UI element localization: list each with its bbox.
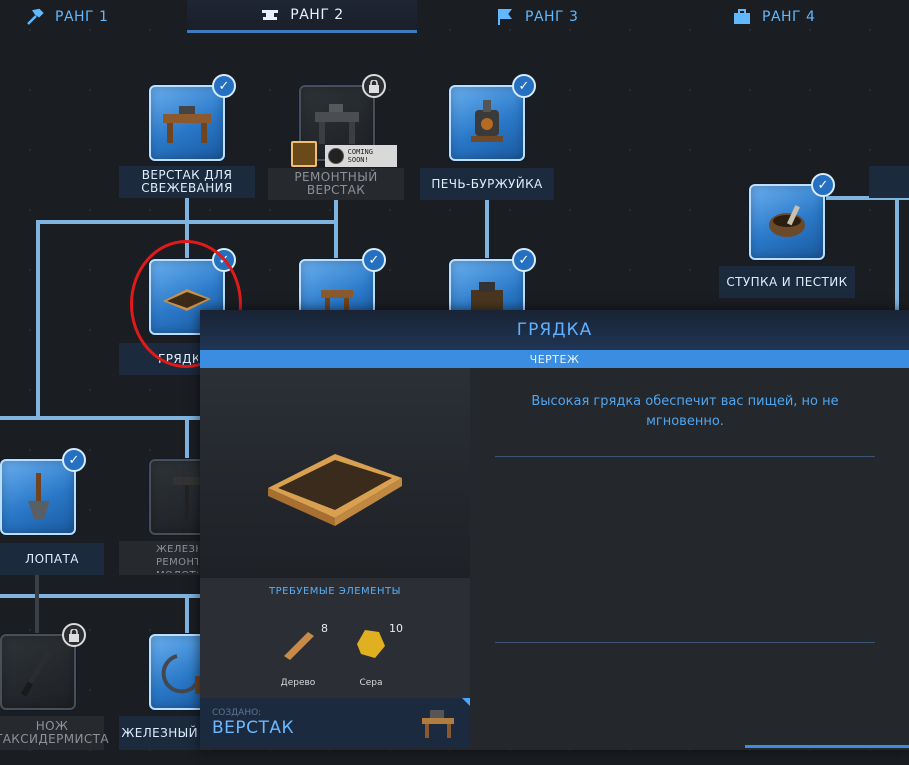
connector (185, 420, 189, 460)
check-icon: ✓ (362, 248, 386, 272)
tab-rank-2[interactable]: РАНГ 2 (187, 0, 417, 33)
requirement-name: Дерево (280, 678, 316, 688)
requirement-item: 8 Дерево (268, 618, 328, 688)
workbench-icon (422, 710, 454, 738)
connector (334, 198, 338, 260)
rank4-toolbox-icon (734, 8, 750, 24)
check-icon: ✓ (512, 74, 536, 98)
node-iron-hammer-label-text: ЖЕЛЕЗНЫЙ РЕМОНТНЫЙ МОЛОТОК (156, 544, 198, 573)
tab-rank-4-label: РАНГ 4 (762, 8, 816, 25)
check-icon: ✓ (62, 448, 86, 472)
node-offscreen-label (869, 166, 909, 198)
node-mortar-pestle[interactable] (749, 184, 825, 260)
blueprint-book-icon (291, 141, 317, 167)
node-stove-label: ПЕЧЬ-БУРЖУЙКА (420, 168, 554, 200)
node-skinning-bench-label: ВЕРСТАК ДЛЯ СВЕЖЕВАНИЯ (119, 166, 255, 198)
connector (36, 220, 40, 420)
tab-rank-3[interactable]: РАНГ 3 (495, 0, 605, 33)
rank2-anvil-icon (262, 10, 279, 20)
repair-bench-icon (315, 104, 359, 144)
requirement-item: 10 Сера (341, 618, 403, 688)
bottom-accent-bar (745, 745, 909, 748)
connector (0, 416, 200, 420)
taxidermy-knife-icon (20, 650, 52, 697)
shovel-icon (28, 473, 50, 519)
requirement-name: Сера (359, 678, 383, 688)
tab-rank-3-label: РАНГ 3 (525, 8, 579, 25)
connector (36, 220, 338, 224)
node-shovel[interactable] (0, 459, 76, 535)
skinning-bench-icon (163, 106, 211, 143)
clock-icon (328, 148, 344, 164)
blueprint-popup: ГРЯДКА ЧЕРТЕЖ ТРЕБУЕМЫЕ ЭЛЕМЕНТЫ 8 Дерев… (200, 310, 909, 750)
mortar-pestle-icon (769, 205, 805, 237)
corner-accent (462, 698, 470, 706)
divider (495, 456, 875, 457)
popup-title: ГРЯДКА (200, 310, 909, 350)
coming-soon-text: COMING SOON! (347, 148, 373, 164)
node-iron-hammer-label: ЖЕЛЕЗНЫЙ РЕМОНТНЫЙ МОЛОТОК (119, 541, 200, 575)
lock-icon (62, 623, 86, 647)
sulfur-icon (357, 630, 385, 658)
stove-icon (471, 100, 503, 142)
garden-bed-preview-icon (268, 454, 402, 526)
tab-rank-1-label: РАНГ 1 (55, 8, 109, 25)
lock-icon (362, 74, 386, 98)
node-shovel-label: ЛОПАТА (0, 543, 104, 575)
node-taxidermy-knife[interactable] (0, 634, 76, 710)
tab-rank-1[interactable]: РАНГ 1 (25, 0, 135, 33)
crafted-at-panel: СОЗДАНО: ВЕРСТАК (200, 698, 470, 748)
connector (0, 594, 200, 598)
item-preview-panel (200, 368, 470, 578)
node-iron-sickle-label-text: ЖЕЛЕЗНЫЙ (121, 725, 198, 740)
item-description: Высокая грядка обеспечит вас пищей, но н… (531, 394, 839, 429)
popup-subtitle: ЧЕРТЕЖ (200, 350, 909, 368)
requirement-count: 8 (321, 622, 328, 635)
check-icon: ✓ (811, 173, 835, 197)
requirement-count: 10 (389, 622, 403, 635)
node-repair-bench-label: РЕМОНТНЫЙ ВЕРСТАК (268, 168, 404, 200)
coming-soon-badge: COMING SOON! (325, 145, 397, 167)
check-icon: ✓ (512, 248, 536, 272)
divider (495, 642, 875, 643)
connector-locked (35, 574, 39, 634)
connector (485, 198, 489, 260)
node-taxidermy-knife-label: НОЖ ТАКСИДЕРМИСТА (0, 716, 109, 750)
requirements-panel: ТРЕБУЕМЫЕ ЭЛЕМЕНТЫ 8 Дерево 10 Сера (200, 578, 470, 698)
tab-rank-4[interactable]: РАНГ 4 (732, 0, 842, 33)
node-mortar-pestle-label: СТУПКА И ПЕСТИК (719, 266, 855, 298)
requirements-title: ТРЕБУЕМЫЕ ЭЛЕМЕНТЫ (269, 586, 401, 597)
rank1-hammer-icon (27, 8, 44, 25)
connector (895, 196, 899, 316)
node-iron-sickle-label: ЖЕЛЕЗНЫЙ (119, 716, 200, 750)
wood-icon (284, 632, 314, 660)
node-stove[interactable] (449, 85, 525, 161)
tab-rank-2-label: РАНГ 2 (290, 7, 344, 23)
crafted-value: ВЕРСТАК (212, 718, 295, 738)
crafted-label: СОЗДАНО: (212, 708, 262, 718)
rank3-flag-icon (498, 8, 512, 25)
check-icon: ✓ (212, 74, 236, 98)
node-skinning-bench[interactable] (149, 85, 225, 161)
connector (185, 598, 189, 634)
